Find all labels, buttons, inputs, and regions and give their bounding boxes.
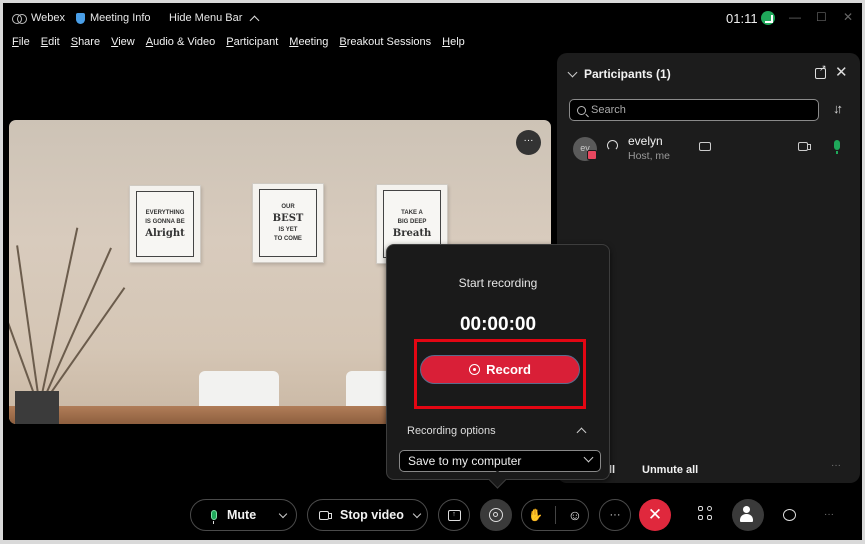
meeting-timer: 01:11 [726, 11, 758, 26]
video-camera-icon [319, 510, 332, 520]
search-input[interactable] [591, 104, 791, 116]
network-status-icon[interactable] [761, 11, 775, 25]
divider [554, 506, 556, 524]
meeting-info-button[interactable]: Meeting Info [76, 12, 151, 24]
participant-name: evelyn [628, 134, 663, 148]
chevron-down-icon [583, 452, 594, 463]
menu-meeting[interactable]: Meeting [289, 36, 328, 48]
microphone-active-icon [834, 140, 840, 154]
more-options-button[interactable]: ··· [599, 499, 631, 531]
share-screen-icon: ↑ [447, 509, 461, 521]
hide-menu-bar-label: Hide Menu Bar [169, 12, 243, 24]
recording-button[interactable] [480, 499, 512, 531]
title-bar: Webex Meeting Info Hide Menu Bar 01:11 —… [3, 3, 862, 33]
menu-file[interactable]: File [12, 36, 30, 48]
video-options-chevron-icon[interactable] [412, 509, 422, 518]
search-icon [577, 105, 586, 115]
participant-row[interactable]: ev evelyn Host, me [571, 133, 851, 169]
reactions-icon[interactable]: ☺ [568, 507, 582, 523]
participants-header[interactable]: Participants (1) [567, 67, 671, 81]
popout-icon[interactable] [815, 63, 827, 79]
close-window-button[interactable]: ✕ [843, 10, 853, 24]
wall-frame: OUR BEST IS YET TO COME [252, 183, 324, 263]
participants-more-button[interactable]: ··· [831, 460, 841, 471]
participants-title: Participants (1) [584, 67, 671, 81]
menu-view[interactable]: View [111, 36, 135, 48]
person-icon [743, 506, 750, 513]
participant-search[interactable] [569, 99, 819, 121]
chat-icon[interactable] [783, 509, 796, 521]
webex-logo-icon [12, 13, 27, 24]
more-icon: ··· [609, 509, 621, 521]
chair [199, 371, 279, 411]
collapse-options-icon[interactable] [576, 427, 587, 438]
shield-icon [76, 12, 85, 24]
chevron-up-icon [249, 15, 260, 25]
audio-options-chevron-icon[interactable] [278, 509, 288, 518]
hide-menu-bar-button[interactable]: Hide Menu Bar [169, 12, 260, 25]
closed-caption-icon [699, 142, 711, 151]
mute-label: Mute [227, 508, 257, 522]
minimize-button[interactable]: — [789, 10, 801, 24]
menu-participant[interactable]: Participant [226, 36, 278, 48]
recording-options-label: Recording options [407, 425, 496, 437]
record-button[interactable]: Record [420, 355, 580, 384]
recording-popover: Start recording 00:00:00 Record Recordin… [386, 244, 610, 480]
menu-help[interactable]: Help [442, 36, 465, 48]
close-panel-icon[interactable]: ✕ [835, 63, 848, 81]
apps-icon[interactable] [698, 506, 714, 522]
mute-button[interactable]: Mute [190, 499, 297, 531]
save-location-dropdown[interactable]: Save to my computer [399, 450, 601, 472]
menu-bar: File Edit Share View Audio & Video Parti… [12, 36, 465, 48]
raise-hand-icon[interactable]: ✋ [528, 508, 543, 522]
collapse-chevron-icon[interactable] [567, 67, 578, 77]
stop-video-label: Stop video [340, 508, 404, 522]
menu-share[interactable]: Share [71, 36, 100, 48]
reactions-group: ✋ ☺ [521, 499, 589, 531]
host-badge-icon [587, 150, 597, 160]
unmute-all-button[interactable]: Unmute all [642, 464, 698, 476]
meeting-info-label: Meeting Info [90, 12, 151, 24]
wall-frame: EVERYTHING IS GONNA BE Alright [129, 185, 201, 263]
record-label: Record [486, 362, 531, 377]
menu-edit[interactable]: Edit [41, 36, 60, 48]
menu-audio-video[interactable]: Audio & Video [146, 36, 216, 48]
stop-video-button[interactable]: Stop video [307, 499, 428, 531]
participants-toggle-button[interactable] [732, 499, 764, 531]
recording-title: Start recording [458, 276, 538, 290]
recording-timer: 00:00:00 [459, 314, 537, 335]
participant-role: Host, me [628, 150, 671, 162]
toolbar-more-button[interactable]: ··· [824, 509, 834, 520]
end-call-button[interactable]: ✕ [639, 499, 671, 531]
share-button[interactable]: ↑ [438, 499, 470, 531]
webex-window: Webex Meeting Info Hide Menu Bar 01:11 —… [3, 3, 862, 540]
sort-icon[interactable]: ↓↑ [833, 101, 843, 116]
record-icon [469, 364, 481, 375]
video-more-options-button[interactable]: ··· [516, 130, 541, 155]
save-location-value: Save to my computer [408, 454, 522, 468]
video-camera-icon [798, 142, 811, 151]
microphone-icon [211, 510, 217, 524]
webex-app-menu[interactable]: Webex [12, 12, 65, 24]
app-name: Webex [31, 12, 66, 24]
maximize-button[interactable]: ☐ [816, 10, 827, 24]
menu-breakout-sessions[interactable]: Breakout Sessions [339, 36, 431, 48]
headset-icon [607, 140, 618, 151]
plant-pot [15, 391, 59, 424]
record-icon [489, 508, 503, 522]
